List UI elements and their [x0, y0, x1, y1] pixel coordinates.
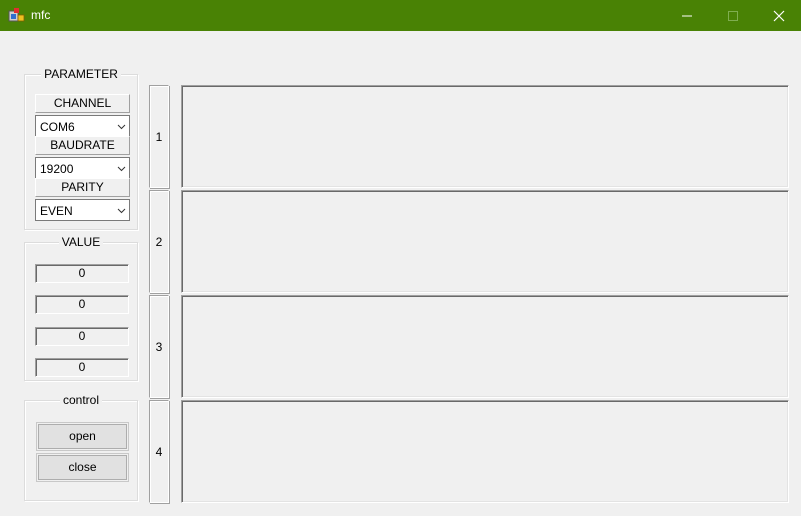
control-group: control open close	[24, 393, 138, 501]
channel-panel-4	[181, 400, 789, 503]
window-title: mfc	[31, 8, 51, 22]
minimize-button[interactable]	[664, 0, 710, 31]
channel-number-3: 3	[149, 295, 169, 398]
app-icon	[8, 8, 25, 22]
parity-label: PARITY	[35, 178, 130, 197]
channel-panel-2	[181, 190, 789, 293]
minimize-icon	[682, 15, 692, 16]
close-window-button[interactable]	[756, 0, 801, 31]
parity-select[interactable]: EVEN	[35, 199, 130, 221]
chevron-down-icon	[117, 124, 126, 130]
channel-number-2: 2	[149, 190, 169, 293]
channel-number-1: 1	[149, 85, 169, 188]
chevron-down-icon	[117, 208, 126, 214]
value-field-4: 0	[35, 358, 129, 377]
parameter-group: PARAMETER CHANNEL COM6 BAUDRATE 19200 PA…	[24, 67, 138, 230]
baudrate-select-value: 19200	[40, 162, 74, 176]
channel-panel-3	[181, 295, 789, 398]
maximize-button[interactable]	[710, 0, 756, 31]
parameter-group-title: PARAMETER	[41, 67, 121, 81]
value-group: VALUE 0 0 0 0	[24, 235, 138, 381]
open-button[interactable]: open	[36, 422, 129, 451]
parity-select-value: EVEN	[40, 204, 73, 218]
channel-select[interactable]: COM6	[35, 115, 130, 137]
close-icon	[773, 10, 785, 21]
maximize-icon	[728, 10, 738, 21]
channel-number-4: 4	[149, 400, 169, 503]
value-group-title: VALUE	[58, 235, 104, 249]
value-field-1: 0	[35, 264, 129, 283]
close-button[interactable]: close	[36, 453, 129, 482]
control-group-title: control	[59, 393, 103, 407]
baudrate-label: BAUDRATE	[35, 136, 130, 155]
title-bar[interactable]: mfc	[0, 0, 801, 31]
baudrate-select[interactable]: 19200	[35, 157, 130, 179]
client-area: PARAMETER CHANNEL COM6 BAUDRATE 19200 PA…	[1, 31, 800, 515]
value-field-3: 0	[35, 327, 129, 346]
channel-label: CHANNEL	[35, 94, 130, 113]
channel-panel-1	[181, 85, 789, 188]
value-field-2: 0	[35, 295, 129, 314]
channel-select-value: COM6	[40, 120, 75, 134]
chevron-down-icon	[117, 166, 126, 172]
